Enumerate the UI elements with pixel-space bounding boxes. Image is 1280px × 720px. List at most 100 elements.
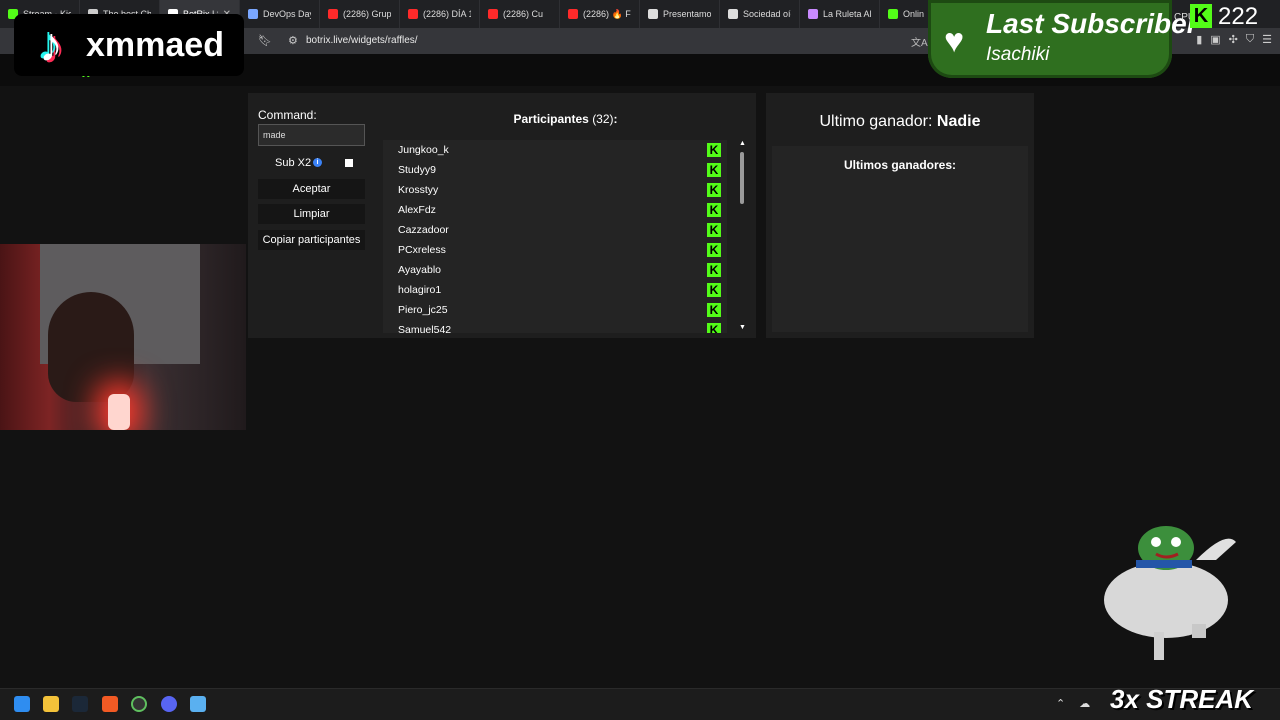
participant-name: PCxreless (398, 244, 446, 256)
kick-platform-icon: K (707, 163, 721, 177)
tab-label: (2286) DÍA 10 (423, 9, 471, 19)
participant-name: Piero_jc25 (398, 304, 448, 316)
participant-row: Cazzadoor K (383, 220, 727, 240)
sub-x2-label: Sub X2 (275, 157, 312, 169)
browser-tab[interactable]: (2286) Cu (480, 0, 560, 28)
sub-x2-checkbox[interactable] (345, 159, 353, 167)
steam-icon[interactable] (72, 696, 88, 712)
tiktok-badge: ♪ xmmaed (14, 14, 244, 76)
kick-platform-icon: K (707, 323, 721, 333)
pepe-goose-sticker (1104, 526, 1236, 660)
participants-list[interactable]: Jungkoo_k K Studyy9 K Krosstyy K AlexFdz K Cazza… (383, 140, 727, 333)
menu-icon[interactable]: ☰ (1262, 33, 1272, 46)
participants-count: (32) (592, 112, 614, 126)
kick-platform-icon: K (707, 303, 721, 317)
scroll-down-arrow-icon[interactable]: ▼ (739, 324, 746, 331)
participant-name: Studyy9 (398, 164, 436, 176)
file-explorer-icon[interactable] (43, 696, 59, 712)
discord-icon[interactable] (161, 696, 177, 712)
tab-label: Presentamos (663, 9, 711, 19)
tab-label: Sociedad oído (743, 9, 791, 19)
address-bar-left-icons: 🔖︎ ⚙︎ (258, 34, 298, 47)
windows-start-icon[interactable] (14, 696, 30, 712)
tab-favicon-icon (568, 9, 578, 19)
participant-row: Ayayablo K (383, 260, 727, 280)
tab-favicon-icon (728, 9, 738, 19)
tab-favicon-icon (888, 9, 898, 19)
system-tray: ⌃ ☁ (1056, 697, 1090, 710)
streak-overlay: 3x STREAK (1110, 684, 1254, 714)
notepad-icon[interactable] (190, 696, 206, 712)
participants-scrollbar[interactable]: ▲ ▼ (737, 140, 748, 333)
tab-favicon-icon (248, 9, 258, 19)
translate-icon[interactable]: 文A (911, 34, 928, 49)
participant-row: Jungkoo_k K (383, 140, 727, 160)
participant-row: AlexFdz K (383, 200, 727, 220)
kick-platform-icon: K (707, 263, 721, 277)
tab-label: La Ruleta Alea (823, 9, 871, 19)
brave-browser-icon[interactable] (102, 696, 118, 712)
tab-favicon-icon (488, 9, 498, 19)
last-winners-box (772, 146, 1028, 332)
participant-name: Samuel542 (398, 324, 452, 333)
obs-icon[interactable] (131, 696, 147, 712)
kick-platform-icon: K (707, 143, 721, 157)
tab-favicon-icon (808, 9, 818, 19)
tray-chevron-icon[interactable]: ⌃ (1056, 697, 1065, 710)
participant-row: holagiro1 K (383, 280, 727, 300)
command-label: Command: (258, 108, 317, 122)
webcam-feed (0, 244, 246, 430)
last-subscriber-name: Isachiki (986, 44, 1050, 65)
command-input[interactable] (258, 124, 365, 146)
kick-platform-icon: K (707, 243, 721, 257)
participant-row: Piero_jc25 K (383, 300, 727, 320)
browser-toolbar-icons: ▮ ▣ ✣ ⛉ ☰ (1196, 33, 1272, 46)
sub-x2-row: Sub X2 i (258, 154, 365, 172)
tab-favicon-icon (648, 9, 658, 19)
bookmark-icon[interactable]: 🔖︎ (258, 34, 272, 47)
participant-name: Krosstyy (398, 184, 439, 196)
browser-tab[interactable]: (2286) DÍA 10 (400, 0, 480, 28)
kick-platform-icon: K (707, 183, 721, 197)
scroll-up-arrow-icon[interactable]: ▲ (739, 140, 746, 147)
tiktok-logo-icon: ♪ (24, 18, 78, 72)
info-icon[interactable]: i (313, 158, 322, 167)
scroll-thumb[interactable] (740, 152, 744, 204)
heart-icon: ♥ (944, 22, 965, 60)
browser-tab[interactable]: DevOps Days (240, 0, 320, 28)
participants-label: Participantes (513, 112, 589, 126)
participants-title: Participantes (32): (383, 112, 748, 126)
last-winners-title: Ultimos ganadores: (843, 158, 957, 172)
onedrive-icon[interactable]: ☁ (1079, 697, 1090, 710)
participant-name: Ayayablo (398, 264, 442, 276)
participant-row: Krosstyy K (383, 180, 727, 200)
tab-favicon-icon (328, 9, 338, 19)
participant-row: Samuel542 K (383, 320, 727, 333)
browser-tab[interactable]: La Ruleta Alea (800, 0, 880, 28)
webcam-light (108, 394, 130, 430)
shield-icon[interactable]: ⛉ (1246, 33, 1254, 46)
tab-favicon-icon (408, 9, 418, 19)
participant-name: Jungkoo_k (398, 144, 449, 156)
kick-platform-icon: K (707, 223, 721, 237)
url-field[interactable]: botrix.live/widgets/raffles/ (306, 35, 418, 46)
extensions-icon[interactable]: ✣ (1229, 33, 1238, 46)
kick-platform-icon: K (707, 283, 721, 297)
browser-tab[interactable]: Sociedad oído (720, 0, 800, 28)
clear-button[interactable]: Limpiar (258, 204, 365, 224)
webcam-person (48, 292, 134, 402)
screen: Stream - KickThe best ChatBotRix | S✕Dev… (0, 0, 1280, 720)
browser-tab[interactable]: Presentamos (640, 0, 720, 28)
tab-label: (2286) Grupo (343, 9, 391, 19)
browser-tab[interactable]: (2286) 🔥 Fel (560, 0, 640, 28)
participant-row: PCxreless K (383, 240, 727, 260)
tiktok-username: xmmaed (86, 26, 224, 64)
last-winner: Ultimo ganador: Nadie (766, 113, 1034, 131)
browser-tab[interactable]: (2286) Grupo (320, 0, 400, 28)
copy-participants-button[interactable]: Copiar participantes (258, 230, 365, 250)
accept-button[interactable]: Aceptar (258, 179, 365, 199)
site-info-icon[interactable]: ⚙︎ (288, 34, 298, 47)
wallet-icon[interactable]: ▣ (1210, 33, 1220, 46)
tab-label: DevOps Days (263, 9, 311, 19)
kick-platform-icon: K (707, 203, 721, 217)
